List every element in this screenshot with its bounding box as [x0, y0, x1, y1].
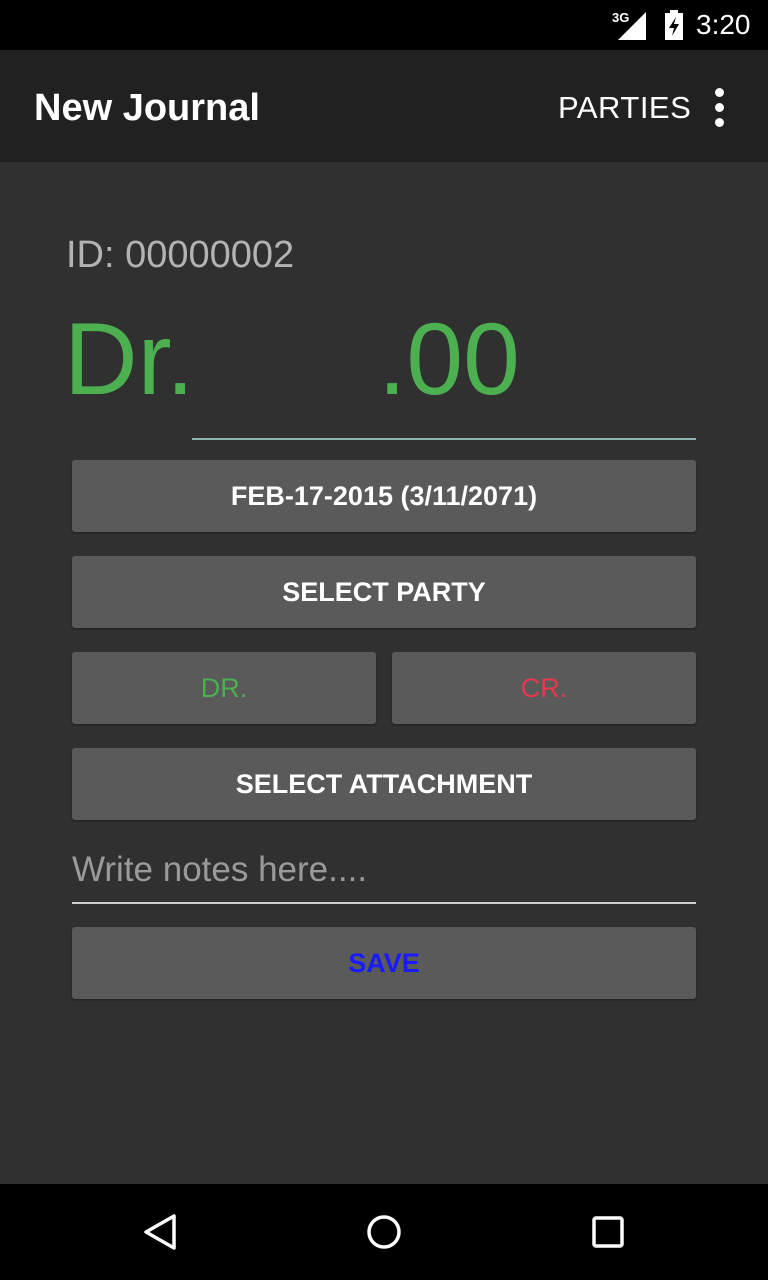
select-attachment-button[interactable]: SELECT ATTACHMENT: [72, 748, 696, 820]
notes-input[interactable]: [72, 838, 696, 904]
credit-button[interactable]: CR.: [392, 652, 696, 724]
back-icon[interactable]: [136, 1208, 184, 1256]
date-button[interactable]: FEB-17-2015 (3/11/2071): [72, 460, 696, 532]
save-button[interactable]: SAVE: [72, 927, 696, 999]
amount-value: .00: [378, 302, 520, 416]
app-bar: New Journal PARTIES: [0, 50, 768, 162]
debit-button[interactable]: DR.: [72, 652, 376, 724]
status-bar: 3G 3:20: [0, 0, 768, 50]
battery-charging-icon: [665, 10, 683, 40]
select-party-button[interactable]: SELECT PARTY: [72, 556, 696, 628]
parties-action-button[interactable]: PARTIES: [548, 80, 701, 136]
amount-input[interactable]: .00: [192, 304, 696, 440]
navigation-bar: [0, 1184, 768, 1280]
home-icon[interactable]: [360, 1208, 408, 1256]
new-journal-screen: 3G 3:20 New Journal PARTIES ID: 00000002…: [0, 0, 768, 1280]
overflow-menu-icon[interactable]: [700, 84, 740, 132]
amount-prefix: Dr.: [64, 302, 195, 416]
recents-icon[interactable]: [584, 1208, 632, 1256]
journal-id-label: ID: 00000002: [66, 234, 295, 276]
page-title: New Journal: [34, 87, 260, 129]
signal-icon: [618, 12, 646, 40]
status-clock: 3:20: [696, 9, 751, 40]
